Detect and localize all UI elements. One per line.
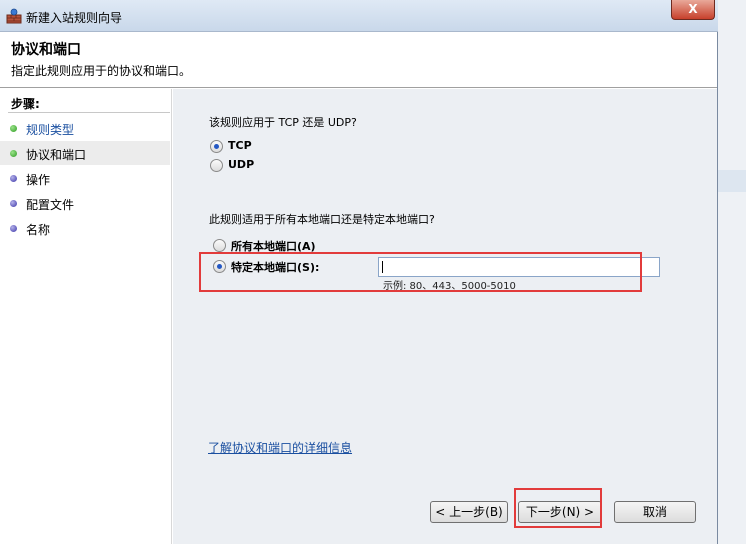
radio-udp[interactable]: UDP (210, 158, 270, 174)
background-window-strip (718, 0, 746, 544)
highlight-box-next (514, 488, 602, 528)
highlight-box-ports (199, 252, 642, 292)
wizard-content: 该规则应用于 TCP 还是 UDP? TCP UDP 此规则适用于所有本地端口还… (173, 89, 717, 544)
close-button[interactable]: X (671, 0, 715, 20)
radio-tcp[interactable]: TCP (210, 139, 270, 155)
radio-button-checked[interactable] (210, 140, 223, 153)
steps-sidebar: 步骤: 规则类型 协议和端口 操作 配置文件 名称 (0, 89, 172, 544)
sidebar-item-label: 规则类型 (26, 123, 75, 137)
radio-label-udp: UDP (228, 158, 255, 171)
ports-question: 此规则适用于所有本地端口还是特定本地端口? (209, 213, 435, 226)
firewall-icon (6, 8, 22, 24)
cancel-button[interactable]: 取消 (614, 501, 696, 523)
back-button[interactable]: < 上一步(B) (430, 501, 508, 523)
step-pending-icon (10, 225, 17, 232)
sidebar-item-profile: 配置文件 (0, 191, 170, 215)
sidebar-item-label: 协议和端口 (26, 148, 87, 162)
step-done-icon (10, 125, 17, 132)
sidebar-item-rule-type[interactable]: 规则类型 (0, 116, 170, 140)
sidebar-item-name: 名称 (0, 216, 170, 240)
steps-title: 步骤: (11, 97, 40, 111)
sidebar-item-label: 操作 (26, 173, 51, 187)
sidebar-item-label: 名称 (26, 223, 51, 237)
page-title: 协议和端口 (11, 42, 81, 58)
protocol-ports-help-link[interactable]: 了解协议和端口的详细信息 (208, 439, 352, 456)
background-stripe (718, 170, 746, 192)
step-pending-icon (10, 175, 17, 182)
page-header: 协议和端口 指定此规则应用于的协议和端口。 (0, 32, 717, 88)
steps-divider (8, 112, 170, 113)
step-pending-icon (10, 200, 17, 207)
radio-button[interactable] (213, 239, 226, 252)
radio-label-tcp: TCP (228, 139, 252, 152)
sidebar-item-protocol-ports[interactable]: 协议和端口 (0, 141, 170, 165)
window-title: 新建入站规则向导 (26, 11, 123, 25)
sidebar-item-action: 操作 (0, 166, 170, 190)
radio-button[interactable] (210, 159, 223, 172)
step-current-icon (10, 150, 17, 157)
inbound-rule-wizard-window: 新建入站规则向导 X 协议和端口 指定此规则应用于的协议和端口。 步骤: 规则类… (0, 0, 718, 544)
page-subtitle: 指定此规则应用于的协议和端口。 (11, 64, 192, 78)
protocol-question: 该规则应用于 TCP 还是 UDP? (209, 116, 357, 129)
sidebar-item-label: 配置文件 (26, 198, 75, 212)
title-bar[interactable]: 新建入站规则向导 X (0, 0, 718, 32)
